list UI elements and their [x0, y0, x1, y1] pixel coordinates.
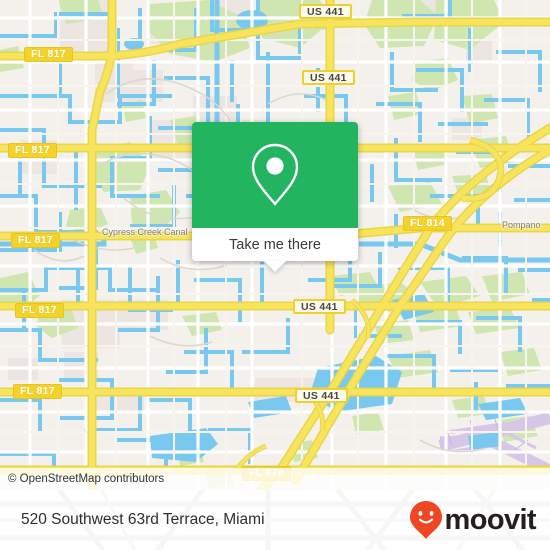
callout-footer[interactable]: Take me there — [192, 228, 358, 261]
shield-us-441-upper[interactable]: US 441 — [302, 70, 355, 85]
moovit-pin-smiley-icon — [409, 501, 442, 539]
shield-us-441-south[interactable]: US 441 — [295, 388, 348, 403]
bottom-info-bar: 520 Southwest 63rd Terrace, Miami moovit — [0, 490, 550, 550]
address-label: 520 Southwest 63rd Terrace, Miami — [21, 511, 265, 528]
callout-icon-panel — [192, 122, 358, 228]
shield-fl-817-lowest[interactable]: FL 817 — [13, 384, 62, 399]
shield-fl-817-bottom[interactable]: FL 817 — [15, 303, 64, 318]
callout-label: Take me there — [229, 236, 321, 253]
map-label-cypress-creek-canal: Cypress Creek Canal — [102, 227, 188, 237]
shield-fl-817-lower[interactable]: FL 817 — [11, 233, 60, 248]
shield-us-441-north[interactable]: US 441 — [299, 4, 352, 19]
shield-us-441-mid[interactable]: US 441 — [293, 299, 346, 314]
shield-fl-814[interactable]: FL 814 — [403, 216, 452, 231]
map-label-pompano: Pompano — [502, 220, 541, 230]
map-canvas[interactable]: Cypress Creek Canal Pompano US 441 FL 81… — [0, 0, 550, 490]
openstreetmap-attribution[interactable]: © OpenStreetMap contributors — [0, 473, 164, 485]
moovit-brand[interactable]: moovit — [409, 500, 537, 540]
shield-fl-817-north[interactable]: FL 817 — [24, 47, 73, 62]
map-pin-icon — [251, 143, 299, 206]
callout-pointer-tail — [264, 261, 286, 272]
map-attribution-bar: © OpenStreetMap contributors — [0, 468, 550, 490]
shield-fl-817-mid[interactable]: FL 817 — [8, 143, 57, 158]
take-me-there-callout[interactable]: Take me there — [192, 122, 358, 272]
moovit-map-screenshot: Cypress Creek Canal Pompano US 441 FL 81… — [0, 0, 550, 550]
callout-body: Take me there — [192, 122, 358, 261]
moovit-wordmark: moovit — [444, 503, 537, 536]
